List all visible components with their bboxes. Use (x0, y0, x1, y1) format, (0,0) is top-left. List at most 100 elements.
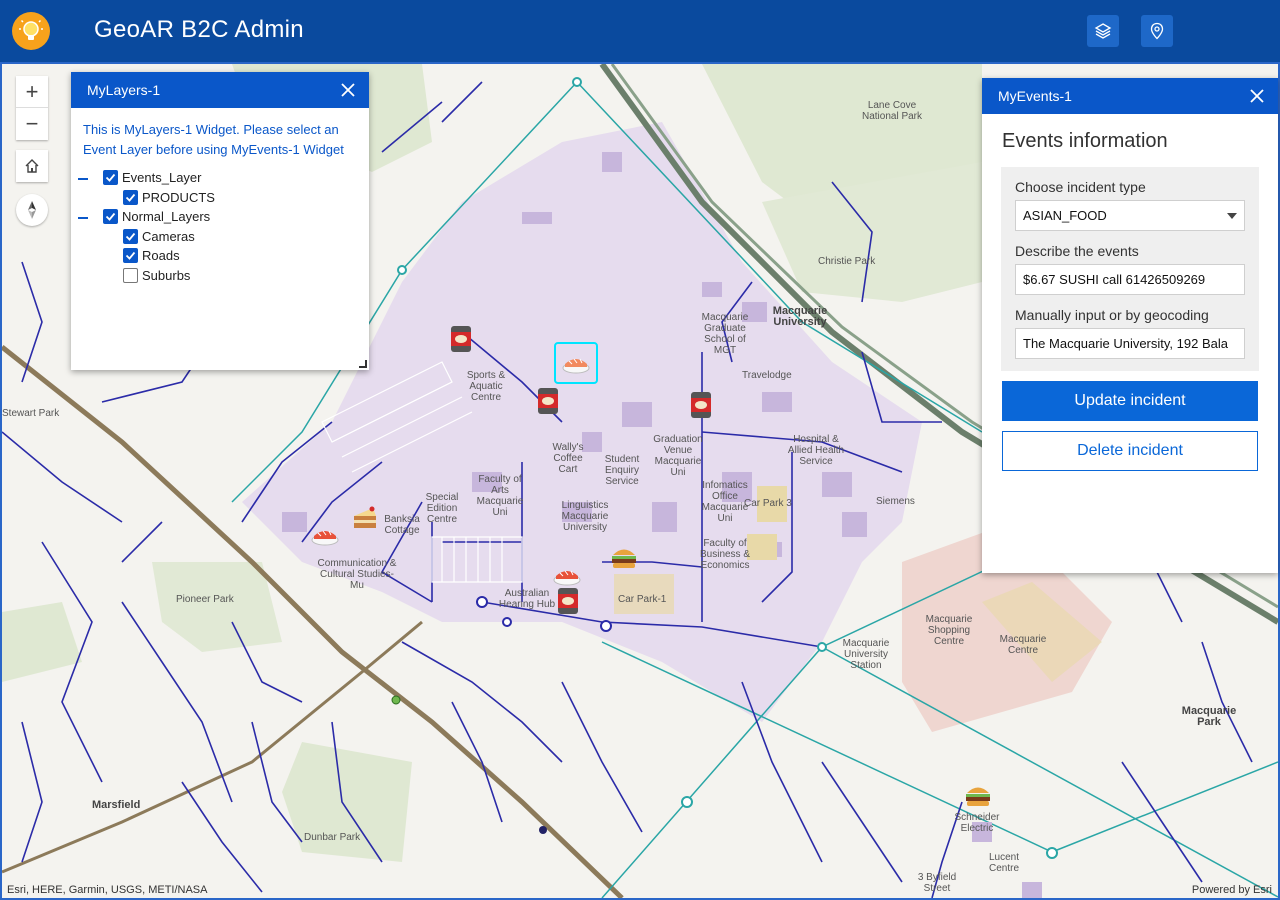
checkbox-events-layer[interactable] (103, 170, 118, 186)
map-label: Wally's Coffee Cart (552, 442, 584, 475)
events-widget: MyEvents-1 Events information Choose inc… (982, 78, 1278, 573)
layers-widget: MyLayers-1 This is MyLayers-1 Widget. Pl… (71, 72, 369, 370)
map-label: Macquarie University Station (842, 638, 890, 671)
incident-type-value: ASIAN_FOOD (1023, 208, 1107, 223)
map-label: Banksia Cottage (384, 514, 420, 536)
sushi-icon (553, 570, 581, 586)
zoom-control: + − (16, 76, 48, 140)
compass-button[interactable] (16, 194, 48, 226)
layer-tree: Events_Layer PRODUCTS Normal_Layers Came… (71, 168, 369, 285)
layer-label: Cameras (142, 228, 195, 244)
tree-collapse-icon[interactable] (78, 217, 88, 219)
map-label: Travelodge (742, 370, 792, 381)
map-label: Siemens (876, 496, 915, 507)
marker-burger[interactable] (607, 540, 641, 574)
close-icon[interactable] (339, 81, 357, 99)
layer-label: Normal_Layers (122, 209, 211, 225)
zoom-out-button[interactable]: − (16, 108, 48, 140)
map-label: Schneider Electric (954, 812, 1000, 834)
marker-cake[interactable] (348, 500, 382, 534)
map-label: Student Enquiry Service (604, 454, 640, 487)
layer-row-roads[interactable]: Roads (71, 246, 369, 266)
layer-row-cameras[interactable]: Cameras (71, 227, 369, 247)
home-icon (25, 159, 39, 173)
checkbox-products[interactable] (123, 189, 138, 205)
lightbulb-logo-icon (12, 12, 50, 50)
checkmark-icon (125, 252, 136, 261)
checkmark-icon (105, 213, 116, 222)
events-heading: Events information (1002, 130, 1168, 152)
app-title: GeoAR B2C Admin (94, 16, 304, 43)
layer-row-normal[interactable]: Normal_Layers (71, 207, 369, 227)
events-widget-header: MyEvents-1 (982, 78, 1278, 114)
marker-can-food[interactable] (531, 384, 565, 418)
close-icon[interactable] (1248, 87, 1266, 105)
zoom-in-button[interactable]: + (16, 76, 48, 108)
dropdown-arrow-icon (1227, 212, 1237, 219)
map-label: Hospital & Allied Health Service (787, 434, 845, 467)
map-label: Car Park-1 (618, 594, 667, 605)
marker-can-food[interactable] (684, 388, 718, 422)
update-incident-button[interactable]: Update incident (1002, 381, 1258, 421)
events-widget-body: Events information Choose incident type … (982, 114, 1278, 483)
checkbox-cameras[interactable] (123, 228, 138, 244)
map-label: Linguistics Macquarie University (561, 500, 609, 533)
checkmark-icon (105, 174, 116, 183)
marker-can-food[interactable] (444, 322, 478, 356)
layer-row-suburbs[interactable]: Suburbs (71, 266, 369, 286)
checkmark-icon (125, 193, 136, 202)
map-label: Lucent Centre (988, 852, 1020, 874)
map-label: Lane Cove National Park (861, 100, 923, 122)
app-header: GeoAR B2C Admin (0, 0, 1280, 62)
resize-handle-icon[interactable] (359, 360, 367, 368)
marker-burger[interactable] (961, 778, 995, 812)
map-label: Faculty of Arts Macquarie Uni (476, 474, 524, 518)
map-label: Stewart Park (2, 408, 60, 419)
layer-label: Events_Layer (122, 170, 202, 186)
map-pin-icon (1150, 22, 1164, 40)
layers-widget-description: This is MyLayers-1 Widget. Please select… (83, 122, 344, 157)
checkbox-normal-layers[interactable] (103, 209, 118, 225)
incident-type-select[interactable]: ASIAN_FOOD (1015, 200, 1245, 231)
describe-label: Describe the events (1015, 243, 1139, 259)
events-toggle-button[interactable] (1141, 15, 1173, 47)
cake-icon (354, 506, 376, 528)
map-label: Macquarie Centre (999, 634, 1047, 656)
layers-toggle-button[interactable] (1087, 15, 1119, 47)
map-label: Pioneer Park (176, 594, 234, 605)
checkbox-roads[interactable] (123, 248, 138, 264)
marker-sushi[interactable] (308, 518, 342, 552)
home-button[interactable] (16, 150, 48, 182)
checkbox-suburbs[interactable] (123, 267, 138, 283)
map-label: 3 Byfield Street (917, 872, 957, 894)
events-widget-title: MyEvents-1 (998, 88, 1072, 104)
checkmark-icon (125, 232, 136, 241)
map-label: Macquarie University (772, 305, 828, 328)
map-label: Graduation Venue Macquarie Uni (653, 434, 703, 478)
map-label: Macquarie Park (1181, 705, 1237, 728)
marker-sushi-selected[interactable] (554, 342, 598, 384)
tree-collapse-icon[interactable] (78, 178, 88, 180)
canned-food-icon (451, 326, 471, 352)
canned-food-icon (691, 392, 711, 418)
powered-by-esri[interactable]: Powered by Esri (1192, 884, 1272, 896)
map-label: Christie Park (818, 256, 876, 267)
map-label: Communication & Cultural Studies-Mu (317, 558, 397, 591)
layers-icon (1094, 23, 1112, 39)
describe-input[interactable]: $6.67 SUSHI call 61426509269 (1015, 264, 1245, 295)
map-label: Car Park 3 (744, 498, 792, 509)
layers-widget-header: MyLayers-1 (71, 72, 369, 108)
marker-can-food[interactable] (551, 584, 585, 618)
map-label: Dunbar Park (304, 832, 361, 843)
sushi-icon (562, 358, 590, 374)
layer-row-events[interactable]: Events_Layer (71, 168, 369, 188)
burger-icon (612, 549, 636, 568)
incident-type-label: Choose incident type (1015, 179, 1146, 195)
map-label: Sports & Aquatic Centre (466, 370, 506, 403)
layer-label: PRODUCTS (142, 189, 215, 205)
location-label: Manually input or by geocoding (1015, 307, 1209, 323)
layers-widget-title: MyLayers-1 (87, 82, 161, 98)
layer-row-products[interactable]: PRODUCTS (71, 188, 369, 208)
delete-incident-button[interactable]: Delete incident (1002, 431, 1258, 471)
location-input[interactable]: The Macquarie University, 192 Bala (1015, 328, 1245, 359)
